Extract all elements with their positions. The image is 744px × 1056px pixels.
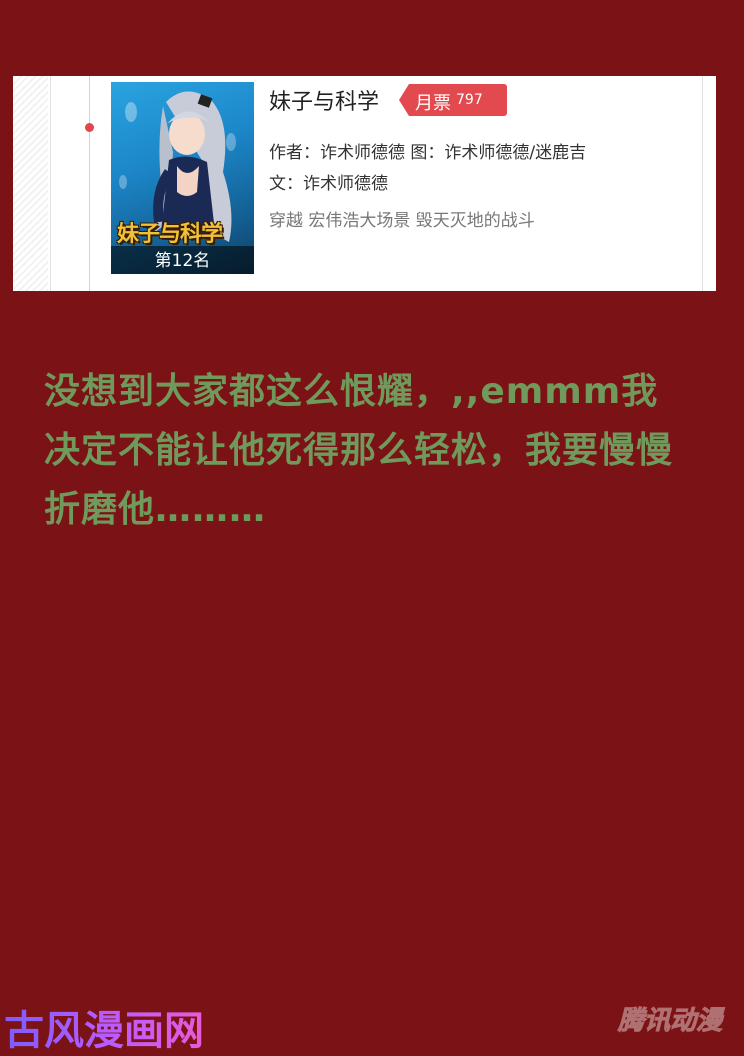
author-line: 作者：诈术师德德 图：诈术师德德/迷鹿吉 <box>269 143 587 163</box>
ticket-label: 月票 <box>415 93 451 114</box>
ticket-count: 797 <box>456 92 483 108</box>
card-divider-right <box>702 76 703 291</box>
card-divider <box>50 76 51 291</box>
comic-rank-card[interactable]: 妹子与科学 第12名 妹子与科学 月票 797 作者：诈术师德德 图：诈术师德德… <box>13 76 716 291</box>
monthly-ticket-badge: 月票 797 <box>399 84 507 116</box>
comic-cover-image[interactable]: 妹子与科学 第12名 <box>111 82 254 274</box>
cover-rank-label: 第12名 <box>154 251 211 271</box>
card-stripe-decoration <box>13 76 48 291</box>
timeline-dot <box>85 123 94 132</box>
writer-line: 文：诈术师德德 <box>269 174 388 194</box>
author-message: 没想到大家都这么恨耀，,,emmm我决定不能让他死得那么轻松，我要慢慢折磨他……… <box>44 371 674 530</box>
timeline-line <box>89 76 90 291</box>
cover-logo-text: 妹子与科学 <box>117 222 223 247</box>
comic-tags: 穿越 宏伟浩大场景 毁天灭地的战斗 <box>269 211 535 231</box>
platform-watermark: 腾讯动漫 <box>617 1006 722 1037</box>
site-watermark: 古风漫画网 <box>4 998 204 1056</box>
comic-title[interactable]: 妹子与科学 <box>269 84 379 116</box>
